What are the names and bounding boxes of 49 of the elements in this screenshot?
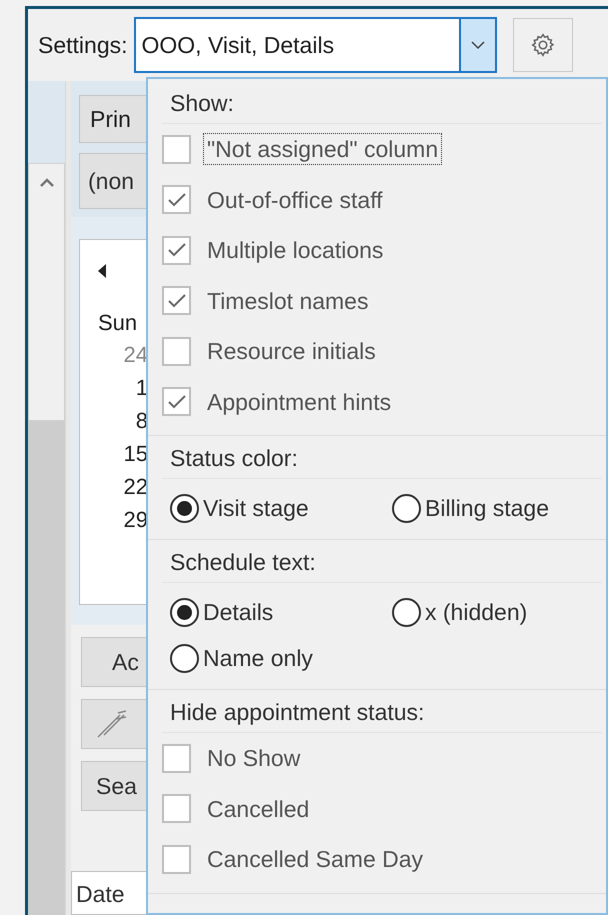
chevron-down-icon — [470, 40, 484, 50]
radio-button[interactable] — [170, 494, 199, 522]
calendar-date[interactable]: 15 — [124, 437, 148, 470]
calendar-date[interactable]: 22 — [124, 470, 148, 503]
settings-label: Settings: — [38, 30, 128, 60]
radio-button[interactable] — [170, 644, 199, 672]
checkbox-label: Resource initials — [206, 337, 377, 366]
radio-label: Name only — [203, 644, 313, 673]
radio-button[interactable] — [392, 598, 421, 626]
settings-button[interactable] — [512, 18, 572, 72]
radio-label: Visit stage — [203, 494, 309, 523]
radio-button[interactable] — [392, 494, 421, 522]
section-title: Hide appointment status: — [170, 698, 426, 727]
gear-icon — [530, 32, 556, 58]
checkbox-label: "Not assigned" column — [203, 133, 442, 166]
checkbox[interactable] — [162, 236, 191, 265]
checkbox-label: Timeslot names — [206, 286, 370, 316]
section-title: Show: — [170, 89, 235, 118]
checkbox[interactable] — [162, 744, 191, 773]
radio-label: Details — [203, 598, 274, 627]
checkbox[interactable] — [162, 387, 191, 416]
checkbox[interactable] — [162, 286, 191, 316]
checkbox[interactable] — [162, 844, 191, 874]
checkmark-icon — [166, 242, 186, 258]
calendar-date[interactable]: 1 — [136, 371, 148, 404]
scroll-up-icon[interactable] — [38, 178, 54, 188]
checkbox[interactable] — [162, 134, 191, 164]
dropdown-button[interactable] — [458, 19, 494, 71]
checkbox[interactable] — [162, 794, 191, 824]
section-title: Schedule text: — [170, 548, 317, 577]
checkbox[interactable] — [162, 336, 191, 366]
weekday-label: Sun — [98, 309, 138, 337]
checkbox[interactable] — [162, 185, 191, 214]
previous-month-icon[interactable] — [98, 264, 106, 278]
scrollbar-thumb[interactable] — [28, 421, 65, 915]
calendar-date[interactable]: 24 — [124, 338, 148, 371]
section-title: Status color: — [170, 444, 299, 473]
checkbox-label: Out-of-office staff — [206, 186, 384, 215]
checkbox-label: Cancelled — [206, 794, 310, 824]
radio-label: Billing stage — [425, 494, 550, 523]
checkmark-icon — [166, 394, 186, 410]
radio-label: x (hidden) — [425, 598, 528, 627]
checkbox-label: Multiple locations — [206, 236, 384, 266]
checkmark-icon — [166, 292, 186, 309]
checkbox-label: Appointment hints — [206, 388, 392, 417]
checkbox-label: No Show — [206, 744, 302, 774]
radio-button[interactable] — [170, 598, 199, 626]
checkmark-icon — [166, 192, 186, 208]
settings-combo-box[interactable]: OOO, Visit, Details — [134, 17, 496, 73]
